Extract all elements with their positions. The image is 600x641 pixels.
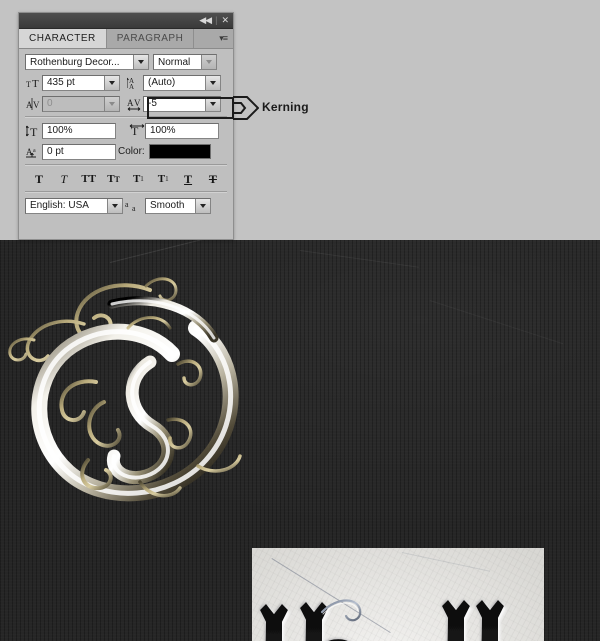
font-style-buttons: T T TT TT T1 T1 T T	[25, 170, 227, 187]
tab-character[interactable]: CHARACTER	[19, 29, 107, 48]
thello-text-artwork	[260, 599, 504, 641]
panel-menu-icon[interactable]: ▾≡	[213, 29, 233, 48]
font-family-field[interactable]: Rothenburg Decor...	[25, 54, 149, 70]
leading-field[interactable]: (Auto)	[143, 74, 221, 91]
horizontal-scale-icon: T	[128, 122, 145, 139]
language-field[interactable]: English: USA	[25, 197, 123, 214]
canvas-scratch	[110, 240, 266, 263]
svg-text:V: V	[33, 100, 40, 110]
baseline-color-row: Aa 0 pt Color:	[25, 143, 227, 160]
panel-divider	[25, 164, 227, 166]
character-panel: ◀◀ | ✕ CHARACTER PARAGRAPH ▾≡ Rothenburg…	[18, 12, 234, 240]
all-caps-button[interactable]: TT	[79, 171, 99, 187]
svg-text:a: a	[33, 148, 36, 154]
anti-aliasing-icon: aa	[123, 197, 145, 214]
faux-italic-button[interactable]: T	[54, 171, 74, 187]
chevron-down-icon[interactable]	[201, 55, 216, 69]
vertical-scale-field[interactable]: 100%	[42, 122, 116, 139]
kerning-icon: AV	[126, 95, 143, 112]
panel-tabs: CHARACTER PARAGRAPH ▾≡	[19, 29, 233, 49]
tracking-icon: AV	[25, 95, 42, 112]
svg-text:T: T	[32, 78, 39, 90]
chevron-down-icon[interactable]	[205, 75, 220, 90]
font-size-field[interactable]: 435 pt	[42, 74, 120, 91]
anti-aliasing-value: Smooth	[150, 200, 185, 211]
vertical-scale-icon: T	[25, 122, 42, 139]
panel-titlebar: ◀◀ | ✕	[19, 13, 233, 29]
chevron-down-icon[interactable]	[104, 96, 119, 111]
panel-divider	[25, 191, 227, 193]
font-row: Rothenburg Decor... Normal	[25, 54, 227, 70]
size-leading-row: TT 435 pt AA (Auto)	[25, 74, 227, 91]
baseline-shift-icon: Aa	[25, 143, 42, 160]
chevron-down-icon[interactable]	[195, 198, 210, 213]
font-style-field[interactable]: Normal	[153, 54, 217, 70]
horizontal-scale-field[interactable]: 100%	[145, 122, 219, 139]
chevron-down-icon[interactable]	[205, 96, 220, 111]
baseline-shift-field[interactable]: 0 pt	[42, 143, 116, 160]
vertical-scale-value: 100%	[47, 125, 73, 136]
horizontal-scale-value: 100%	[150, 125, 176, 136]
subscript-button[interactable]: T1	[153, 171, 173, 187]
svg-text:V: V	[134, 98, 141, 108]
leading-value: (Auto)	[148, 77, 176, 88]
font-size-icon: TT	[25, 74, 42, 91]
kerning-value: -5	[148, 98, 157, 109]
titlebar-separator: |	[215, 15, 218, 25]
kerning-field[interactable]: -5	[143, 95, 221, 112]
canvas-scratch	[299, 250, 419, 268]
svg-text:a: a	[132, 204, 136, 213]
language-aa-row: English: USA aa Smooth	[25, 197, 227, 214]
font-size-value: 435 pt	[47, 77, 75, 88]
chevron-down-icon[interactable]	[107, 198, 122, 213]
underline-button[interactable]: T	[178, 171, 198, 187]
svg-text:A: A	[127, 98, 134, 108]
canvas-scratch	[429, 300, 564, 345]
kerning-callout-pointer	[233, 96, 259, 120]
artwork-white-panel	[252, 548, 544, 641]
color-swatch[interactable]	[148, 144, 211, 159]
collapse-icon[interactable]: ◀◀	[199, 16, 212, 25]
svg-text:A: A	[129, 83, 134, 90]
panel-body: Rothenburg Decor... Normal TT 435 pt AA	[19, 49, 233, 214]
scale-row: T 100% T 100%	[25, 122, 227, 139]
font-style-value: Normal	[158, 56, 191, 68]
kerning-annotation-label: Kerning	[262, 100, 309, 114]
canvas-area	[0, 240, 600, 641]
faux-bold-button[interactable]: T	[29, 171, 49, 187]
tracking-value: 0	[47, 98, 53, 109]
ornate-letter-artwork	[0, 270, 268, 525]
small-caps-button[interactable]: TT	[104, 171, 124, 187]
leading-icon: AA	[126, 74, 143, 91]
color-label: Color:	[118, 146, 145, 157]
svg-text:a: a	[125, 200, 129, 209]
baseline-shift-value: 0 pt	[47, 146, 64, 157]
chevron-down-icon[interactable]	[133, 55, 148, 69]
close-icon[interactable]: ✕	[221, 16, 228, 25]
chevron-down-icon[interactable]	[104, 75, 119, 90]
strikethrough-button[interactable]: T	[203, 171, 223, 187]
language-value: English: USA	[30, 200, 89, 211]
svg-text:T: T	[26, 80, 31, 89]
tab-paragraph[interactable]: PARAGRAPH	[106, 29, 195, 48]
superscript-button[interactable]: T1	[128, 171, 148, 187]
panel-divider	[25, 116, 227, 118]
tracking-kerning-row: AV 0 AV -5	[25, 95, 227, 112]
tracking-field[interactable]: 0	[42, 95, 120, 112]
svg-text:T: T	[30, 125, 38, 138]
anti-aliasing-field[interactable]: Smooth	[145, 197, 211, 214]
font-family-value: Rothenburg Decor...	[30, 56, 120, 68]
